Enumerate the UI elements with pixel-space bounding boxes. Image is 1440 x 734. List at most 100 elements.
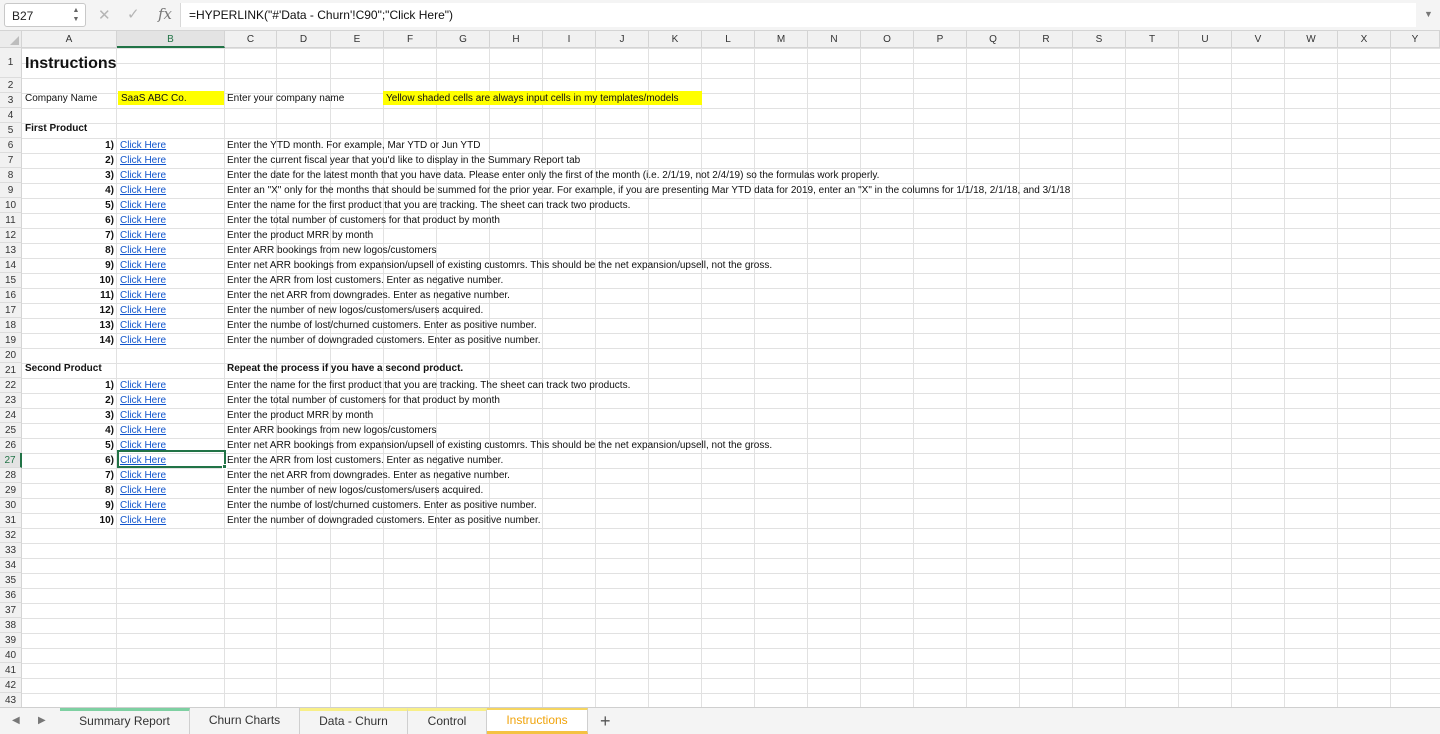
row-header-38[interactable]: 38: [0, 618, 22, 633]
first-product-step-link[interactable]: Click Here: [120, 243, 166, 258]
row-header-34[interactable]: 34: [0, 558, 22, 573]
row-header-43[interactable]: 43: [0, 693, 22, 708]
second-product-step-link[interactable]: Click Here: [120, 498, 166, 513]
first-product-step-link[interactable]: Click Here: [120, 183, 166, 198]
row-header-32[interactable]: 32: [0, 528, 22, 543]
second-product-step-link[interactable]: Click Here: [120, 468, 166, 483]
column-header-x[interactable]: X: [1338, 31, 1391, 48]
row-header-17[interactable]: 17: [0, 303, 22, 318]
column-header-c[interactable]: C: [225, 31, 277, 48]
first-product-step-link[interactable]: Click Here: [120, 198, 166, 213]
row-header-6[interactable]: 6: [0, 138, 22, 153]
second-product-step-link[interactable]: Click Here: [120, 513, 166, 528]
sheet-tab-summary-report[interactable]: Summary Report: [60, 708, 190, 734]
sheet-tab-control[interactable]: Control: [408, 708, 487, 734]
column-header-h[interactable]: H: [490, 31, 543, 48]
prev-sheet-icon[interactable]: ◀: [12, 715, 20, 726]
column-header-a[interactable]: A: [22, 31, 117, 48]
row-header-7[interactable]: 7: [0, 153, 22, 168]
row-header-12[interactable]: 12: [0, 228, 22, 243]
first-product-step-link[interactable]: Click Here: [120, 333, 166, 348]
row-header-22[interactable]: 22: [0, 378, 22, 393]
insert-function-icon[interactable]: fx: [158, 5, 172, 23]
sheet-tab-data-churn[interactable]: Data - Churn: [300, 708, 408, 734]
row-header-18[interactable]: 18: [0, 318, 22, 333]
add-sheet-button[interactable]: +: [600, 711, 611, 732]
second-product-step-link[interactable]: Click Here: [120, 378, 166, 393]
name-box[interactable]: B27 ▲ ▼: [4, 3, 86, 27]
confirm-icon[interactable]: ✓: [127, 5, 140, 23]
row-header-37[interactable]: 37: [0, 603, 22, 618]
row-header-33[interactable]: 33: [0, 543, 22, 558]
row-header-29[interactable]: 29: [0, 483, 22, 498]
sheet-tab-instructions[interactable]: Instructions: [487, 708, 588, 734]
column-header-d[interactable]: D: [277, 31, 331, 48]
row-header-36[interactable]: 36: [0, 588, 22, 603]
row-header-13[interactable]: 13: [0, 243, 22, 258]
row-header-23[interactable]: 23: [0, 393, 22, 408]
row-header-42[interactable]: 42: [0, 678, 22, 693]
column-header-r[interactable]: R: [1020, 31, 1073, 48]
column-header-n[interactable]: N: [808, 31, 861, 48]
first-product-step-link[interactable]: Click Here: [120, 288, 166, 303]
next-sheet-icon[interactable]: ▶: [38, 715, 46, 726]
expand-formula-bar-icon[interactable]: ▼: [1424, 9, 1433, 19]
row-header-39[interactable]: 39: [0, 633, 22, 648]
row-header-9[interactable]: 9: [0, 183, 22, 198]
row-header-2[interactable]: 2: [0, 78, 22, 93]
column-header-j[interactable]: J: [596, 31, 649, 48]
first-product-step-link[interactable]: Click Here: [120, 318, 166, 333]
column-header-l[interactable]: L: [702, 31, 755, 48]
select-all-button[interactable]: [0, 31, 22, 48]
row-header-5[interactable]: 5: [0, 123, 22, 138]
row-header-25[interactable]: 25: [0, 423, 22, 438]
column-header-g[interactable]: G: [437, 31, 490, 48]
row-header-1[interactable]: 1: [0, 48, 22, 78]
first-product-step-link[interactable]: Click Here: [120, 258, 166, 273]
fill-handle[interactable]: [222, 464, 227, 469]
row-header-4[interactable]: 4: [0, 108, 22, 123]
column-header-w[interactable]: W: [1285, 31, 1338, 48]
column-header-y[interactable]: Y: [1391, 31, 1440, 48]
cancel-icon[interactable]: ✕: [98, 6, 111, 24]
row-header-16[interactable]: 16: [0, 288, 22, 303]
name-box-stepper-icon[interactable]: ▲ ▼: [71, 6, 81, 24]
row-header-21[interactable]: 21: [0, 363, 22, 378]
column-header-b[interactable]: B: [117, 31, 225, 48]
row-header-14[interactable]: 14: [0, 258, 22, 273]
row-header-24[interactable]: 24: [0, 408, 22, 423]
column-header-m[interactable]: M: [755, 31, 808, 48]
row-header-10[interactable]: 10: [0, 198, 22, 213]
company-name-input[interactable]: SaaS ABC Co.: [121, 91, 187, 106]
formula-input[interactable]: =HYPERLINK("#'Data - Churn'!C90";"Click …: [180, 3, 1416, 27]
first-product-step-link[interactable]: Click Here: [120, 138, 166, 153]
column-header-u[interactable]: U: [1179, 31, 1232, 48]
column-header-t[interactable]: T: [1126, 31, 1179, 48]
first-product-step-link[interactable]: Click Here: [120, 303, 166, 318]
row-header-40[interactable]: 40: [0, 648, 22, 663]
first-product-step-link[interactable]: Click Here: [120, 273, 166, 288]
row-header-31[interactable]: 31: [0, 513, 22, 528]
column-header-i[interactable]: I: [543, 31, 596, 48]
second-product-step-link[interactable]: Click Here: [120, 483, 166, 498]
column-header-o[interactable]: O: [861, 31, 914, 48]
first-product-step-link[interactable]: Click Here: [120, 168, 166, 183]
second-product-step-link[interactable]: Click Here: [120, 423, 166, 438]
column-header-q[interactable]: Q: [967, 31, 1020, 48]
row-header-15[interactable]: 15: [0, 273, 22, 288]
column-header-s[interactable]: S: [1073, 31, 1126, 48]
row-header-19[interactable]: 19: [0, 333, 22, 348]
column-header-e[interactable]: E: [331, 31, 384, 48]
row-header-27[interactable]: 27: [0, 453, 22, 468]
row-header-41[interactable]: 41: [0, 663, 22, 678]
row-header-20[interactable]: 20: [0, 348, 22, 363]
first-product-step-link[interactable]: Click Here: [120, 228, 166, 243]
first-product-step-link[interactable]: Click Here: [120, 213, 166, 228]
row-header-26[interactable]: 26: [0, 438, 22, 453]
row-header-3[interactable]: 3: [0, 93, 22, 108]
column-header-f[interactable]: F: [384, 31, 437, 48]
second-product-step-link[interactable]: Click Here: [120, 393, 166, 408]
row-header-8[interactable]: 8: [0, 168, 22, 183]
row-header-30[interactable]: 30: [0, 498, 22, 513]
column-header-p[interactable]: P: [914, 31, 967, 48]
